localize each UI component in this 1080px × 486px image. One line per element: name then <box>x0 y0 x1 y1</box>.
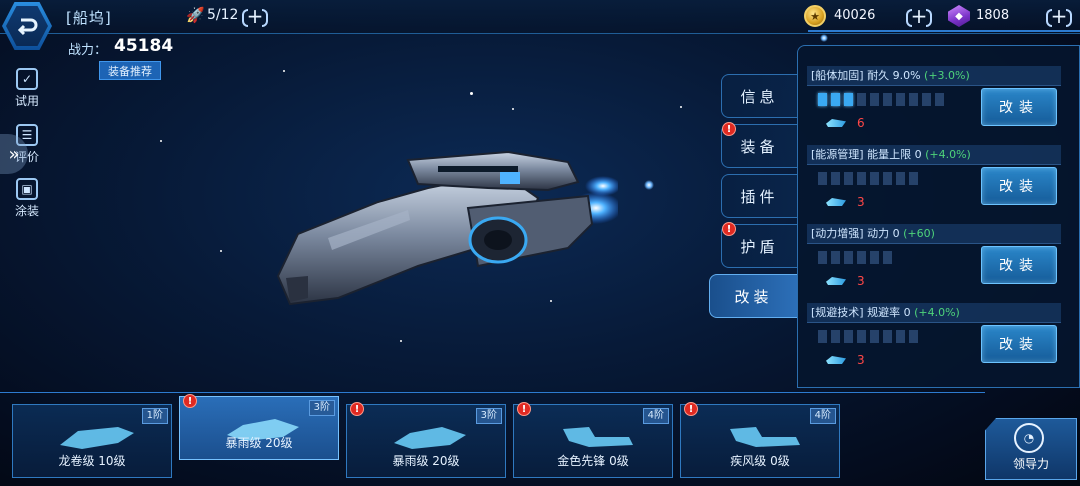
ship-thumbnail-icon <box>730 427 800 447</box>
tab-plugins[interactable]: 插件 <box>721 174 797 218</box>
material-cost: 3 <box>857 274 865 288</box>
page-title: [船坞] <box>66 9 112 27</box>
gold-amount: 40026 <box>834 8 876 23</box>
panel-top-divider <box>808 30 1080 32</box>
ship-card-4[interactable]: 4阶 金色先锋 0级 <box>513 404 673 478</box>
ship-name: 龙卷级 10级 <box>58 454 126 468</box>
ship-alert-icon: ! <box>183 394 197 408</box>
mod-header: [规避技术] 规避率 0 (+4.0%) <box>807 303 1061 323</box>
modify-button-hull[interactable]: 改装 <box>981 88 1057 126</box>
shield-alert-icon: ! <box>722 222 736 236</box>
mod-row-hull: [船体加固] 耐久 9.0% (+3.0%) 6 改装 <box>807 66 1069 144</box>
paint-label: 涂装 <box>14 204 39 218</box>
back-arrow-icon <box>17 18 38 36</box>
add-capacity-button[interactable]: + <box>242 6 268 27</box>
power-label: 战力： <box>68 43 108 58</box>
tier-badge: 4阶 <box>809 408 836 424</box>
mod-row-thrust: [动力增强] 动力 0 (+60) 3 改装 <box>807 224 1069 302</box>
add-gold-button[interactable]: + <box>906 6 932 27</box>
ship-name: 金色先锋 0级 <box>557 454 629 468</box>
mod-header: [船体加固] 耐久 9.0% (+3.0%) <box>807 66 1061 86</box>
mod-row-energy: [能源管理] 能量上限 0 (+4.0%) 3 改装 <box>807 145 1069 223</box>
ship-thumbnail-icon <box>563 427 633 447</box>
ship-alert-icon: ! <box>517 402 531 416</box>
ship-alert-icon: ! <box>350 402 364 416</box>
ship-thumbnail-icon <box>394 427 466 449</box>
trial-button[interactable]: ✓ 试用 <box>10 68 44 109</box>
paint-button[interactable]: ▣ 涂装 <box>10 178 44 219</box>
ship-name: 暴雨级 20级 <box>225 436 293 450</box>
ship-name: 疾风级 0级 <box>730 454 790 468</box>
tab-modify[interactable]: 改装 <box>709 274 797 318</box>
compass-icon: ◔ <box>1014 423 1044 453</box>
rocket-icon: 🚀 <box>186 6 205 24</box>
gold-coin-icon: ★ <box>804 5 826 27</box>
tier-badge: 4阶 <box>642 408 669 424</box>
material-icon <box>826 356 846 364</box>
ship-capacity: 5/12 <box>207 7 239 23</box>
mod-level-pips <box>818 93 944 106</box>
tier-badge: 3阶 <box>475 408 502 424</box>
modification-panel[interactable]: [船体加固] 耐久 9.0% (+3.0%) 6 改装 [能源管理] 能量上限 … <box>797 45 1080 388</box>
mod-header: [能源管理] 能量上限 0 (+4.0%) <box>807 145 1061 165</box>
checkbox-icon: ✓ <box>16 68 38 90</box>
material-cost: 3 <box>857 353 865 367</box>
material-icon <box>826 198 846 206</box>
power-value: 45184 <box>114 36 174 56</box>
tier-badge: 3阶 <box>308 400 335 416</box>
mod-level-pips <box>818 251 892 264</box>
equipment-recommend-button[interactable]: 装备推荐 <box>99 61 161 80</box>
ship-card-5[interactable]: 4阶 疾风级 0级 <box>680 404 840 478</box>
leadership-label: 领导力 <box>1012 457 1049 471</box>
trial-label: 试用 <box>14 94 39 108</box>
material-cost: 3 <box>857 195 865 209</box>
tier-badge: 1阶 <box>141 408 168 424</box>
material-cost: 6 <box>857 116 865 130</box>
ship-thumbnail-icon <box>60 427 134 449</box>
paint-can-icon: ▣ <box>16 178 38 200</box>
equipment-alert-icon: ! <box>722 122 736 136</box>
spaceship-model <box>276 150 618 306</box>
modify-button-energy[interactable]: 改装 <box>981 167 1057 205</box>
ship-card-2[interactable]: 3阶 暴雨级 20级 <box>179 396 339 460</box>
material-icon <box>826 119 846 127</box>
modify-button-evasion[interactable]: 改装 <box>981 325 1057 363</box>
ship-card-3[interactable]: 3阶 暴雨级 20级 <box>346 404 506 478</box>
bottom-divider <box>0 392 985 393</box>
mod-level-pips <box>818 330 918 343</box>
add-gem-button[interactable]: + <box>1046 6 1072 27</box>
leadership-button[interactable]: ◔ 领导力 <box>985 418 1077 480</box>
gem-amount: 1808 <box>976 8 1010 23</box>
ship-alert-icon: ! <box>684 402 698 416</box>
tab-info[interactable]: 信息 <box>721 74 797 118</box>
mod-header: [动力增强] 动力 0 (+60) <box>807 224 1061 244</box>
modify-button-thrust[interactable]: 改装 <box>981 246 1057 284</box>
ship-card-1[interactable]: 1阶 龙卷级 10级 <box>12 404 172 478</box>
material-icon <box>826 277 846 285</box>
mod-level-pips <box>818 172 918 185</box>
mod-row-evasion: [规避技术] 规避率 0 (+4.0%) 3 改装 <box>807 303 1069 381</box>
ship-name: 暴雨级 20级 <box>392 454 460 468</box>
